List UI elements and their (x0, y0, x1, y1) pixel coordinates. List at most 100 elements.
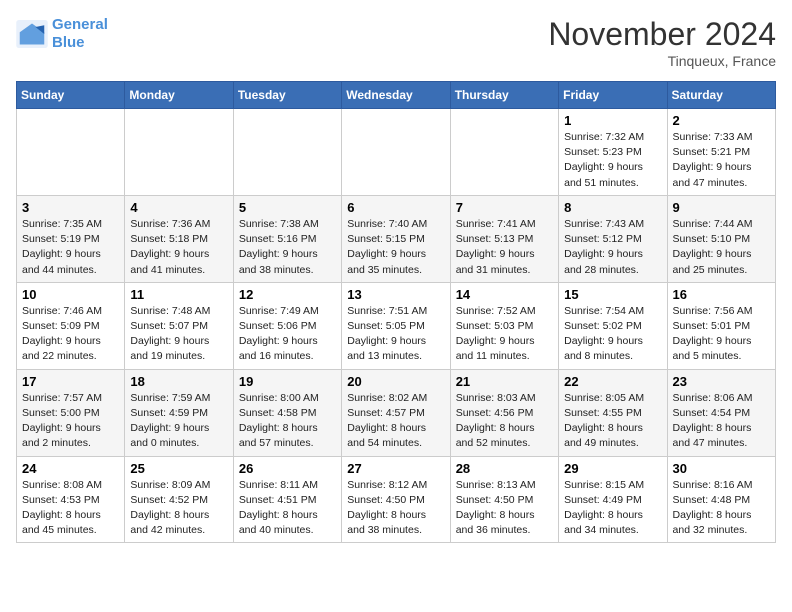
day-info: Sunrise: 7:40 AM Sunset: 5:15 PM Dayligh… (347, 217, 444, 278)
day-cell: 7 Sunrise: 7:41 AM Sunset: 5:13 PM Daylig… (450, 195, 558, 282)
day-number: 20 (347, 374, 444, 389)
day-info: Sunrise: 7:59 AM Sunset: 4:59 PM Dayligh… (130, 391, 227, 452)
logo-icon (16, 20, 48, 48)
week-row-4: 17 Sunrise: 7:57 AM Sunset: 5:00 PM Dayli… (17, 369, 776, 456)
day-cell: 2 Sunrise: 7:33 AM Sunset: 5:21 PM Daylig… (667, 109, 775, 196)
day-cell: 10Sunrise: 7:46 AM Sunset: 5:09 PM Dayli… (17, 282, 125, 369)
day-cell: 16 Sunrise: 7:56 AM Sunset: 5:01 PM Dayli… (667, 282, 775, 369)
day-info: Sunrise: 7:56 AM Sunset: 5:01 PM Dayligh… (673, 304, 770, 365)
day-number: 16 (673, 287, 770, 302)
day-number: 7 (456, 200, 553, 215)
calendar-table: SundayMondayTuesdayWednesdayThursdayFrid… (16, 81, 776, 543)
day-cell: 14Sunrise: 7:52 AM Sunset: 5:03 PM Dayli… (450, 282, 558, 369)
day-cell (342, 109, 450, 196)
logo: General Blue (16, 16, 108, 52)
weekday-header-sunday: Sunday (17, 82, 125, 109)
day-number: 19 (239, 374, 336, 389)
day-cell: 11 Sunrise: 7:48 AM Sunset: 5:07 PM Dayli… (125, 282, 233, 369)
day-number: 22 (564, 374, 661, 389)
day-info: Sunrise: 7:48 AM Sunset: 5:07 PM Dayligh… (130, 304, 227, 365)
day-info: Sunrise: 7:54 AM Sunset: 5:02 PM Dayligh… (564, 304, 661, 365)
week-row-3: 10Sunrise: 7:46 AM Sunset: 5:09 PM Dayli… (17, 282, 776, 369)
weekday-header-row: SundayMondayTuesdayWednesdayThursdayFrid… (17, 82, 776, 109)
day-cell: 30 Sunrise: 8:16 AM Sunset: 4:48 PM Dayli… (667, 456, 775, 543)
logo-text: General Blue (52, 16, 108, 52)
day-cell: 29 Sunrise: 8:15 AM Sunset: 4:49 PM Dayli… (559, 456, 667, 543)
weekday-header-thursday: Thursday (450, 82, 558, 109)
day-number: 25 (130, 461, 227, 476)
weekday-header-monday: Monday (125, 82, 233, 109)
day-info: Sunrise: 7:43 AM Sunset: 5:12 PM Dayligh… (564, 217, 661, 278)
day-cell: 27 Sunrise: 8:12 AM Sunset: 4:50 PM Dayli… (342, 456, 450, 543)
day-cell: 19 Sunrise: 8:00 AM Sunset: 4:58 PM Dayli… (233, 369, 341, 456)
page-header: General Blue November 2024 Tinqueux, Fra… (16, 16, 776, 69)
day-info: Sunrise: 8:15 AM Sunset: 4:49 PM Dayligh… (564, 478, 661, 539)
day-number: 26 (239, 461, 336, 476)
week-row-5: 24Sunrise: 8:08 AM Sunset: 4:53 PM Dayli… (17, 456, 776, 543)
day-cell: 24Sunrise: 8:08 AM Sunset: 4:53 PM Dayli… (17, 456, 125, 543)
day-number: 17 (22, 374, 119, 389)
day-info: Sunrise: 8:02 AM Sunset: 4:57 PM Dayligh… (347, 391, 444, 452)
day-number: 3 (22, 200, 119, 215)
day-cell (450, 109, 558, 196)
day-cell: 22 Sunrise: 8:05 AM Sunset: 4:55 PM Dayli… (559, 369, 667, 456)
day-cell: 21 Sunrise: 8:03 AM Sunset: 4:56 PM Dayli… (450, 369, 558, 456)
day-number: 5 (239, 200, 336, 215)
day-cell: 23 Sunrise: 8:06 AM Sunset: 4:54 PM Dayli… (667, 369, 775, 456)
day-info: Sunrise: 8:00 AM Sunset: 4:58 PM Dayligh… (239, 391, 336, 452)
day-info: Sunrise: 7:32 AM Sunset: 5:23 PM Dayligh… (564, 130, 661, 191)
day-info: Sunrise: 8:11 AM Sunset: 4:51 PM Dayligh… (239, 478, 336, 539)
weekday-header-saturday: Saturday (667, 82, 775, 109)
month-title: November 2024 (548, 16, 776, 53)
day-cell (233, 109, 341, 196)
day-number: 18 (130, 374, 227, 389)
weekday-header-friday: Friday (559, 82, 667, 109)
location: Tinqueux, France (548, 53, 776, 69)
day-cell: 15 Sunrise: 7:54 AM Sunset: 5:02 PM Dayli… (559, 282, 667, 369)
day-cell: 9 Sunrise: 7:44 AM Sunset: 5:10 PM Daylig… (667, 195, 775, 282)
day-cell: 17 Sunrise: 7:57 AM Sunset: 5:00 PM Dayli… (17, 369, 125, 456)
day-number: 9 (673, 200, 770, 215)
day-number: 28 (456, 461, 553, 476)
day-info: Sunrise: 8:06 AM Sunset: 4:54 PM Dayligh… (673, 391, 770, 452)
day-cell: 18 Sunrise: 7:59 AM Sunset: 4:59 PM Dayli… (125, 369, 233, 456)
day-info: Sunrise: 7:38 AM Sunset: 5:16 PM Dayligh… (239, 217, 336, 278)
day-cell: 4Sunrise: 7:36 AM Sunset: 5:18 PM Daylig… (125, 195, 233, 282)
day-number: 2 (673, 113, 770, 128)
day-cell: 20 Sunrise: 8:02 AM Sunset: 4:57 PM Dayli… (342, 369, 450, 456)
day-cell: 25Sunrise: 8:09 AM Sunset: 4:52 PM Dayli… (125, 456, 233, 543)
day-number: 27 (347, 461, 444, 476)
day-info: Sunrise: 8:16 AM Sunset: 4:48 PM Dayligh… (673, 478, 770, 539)
day-cell: 26 Sunrise: 8:11 AM Sunset: 4:51 PM Dayli… (233, 456, 341, 543)
day-info: Sunrise: 8:12 AM Sunset: 4:50 PM Dayligh… (347, 478, 444, 539)
day-info: Sunrise: 7:44 AM Sunset: 5:10 PM Dayligh… (673, 217, 770, 278)
day-info: Sunrise: 7:41 AM Sunset: 5:13 PM Dayligh… (456, 217, 553, 278)
day-info: Sunrise: 8:05 AM Sunset: 4:55 PM Dayligh… (564, 391, 661, 452)
day-number: 12 (239, 287, 336, 302)
day-info: Sunrise: 7:46 AM Sunset: 5:09 PM Dayligh… (22, 304, 119, 365)
day-number: 23 (673, 374, 770, 389)
day-cell: 13Sunrise: 7:51 AM Sunset: 5:05 PM Dayli… (342, 282, 450, 369)
day-info: Sunrise: 7:57 AM Sunset: 5:00 PM Dayligh… (22, 391, 119, 452)
day-number: 29 (564, 461, 661, 476)
day-cell: 12Sunrise: 7:49 AM Sunset: 5:06 PM Dayli… (233, 282, 341, 369)
day-number: 30 (673, 461, 770, 476)
day-info: Sunrise: 8:03 AM Sunset: 4:56 PM Dayligh… (456, 391, 553, 452)
day-cell: 1Sunrise: 7:32 AM Sunset: 5:23 PM Daylig… (559, 109, 667, 196)
day-info: Sunrise: 7:36 AM Sunset: 5:18 PM Dayligh… (130, 217, 227, 278)
day-number: 6 (347, 200, 444, 215)
day-number: 24 (22, 461, 119, 476)
day-info: Sunrise: 7:52 AM Sunset: 5:03 PM Dayligh… (456, 304, 553, 365)
day-number: 11 (130, 287, 227, 302)
day-info: Sunrise: 7:51 AM Sunset: 5:05 PM Dayligh… (347, 304, 444, 365)
day-cell: 3Sunrise: 7:35 AM Sunset: 5:19 PM Daylig… (17, 195, 125, 282)
week-row-1: 1Sunrise: 7:32 AM Sunset: 5:23 PM Daylig… (17, 109, 776, 196)
weekday-header-tuesday: Tuesday (233, 82, 341, 109)
day-number: 21 (456, 374, 553, 389)
day-number: 8 (564, 200, 661, 215)
day-info: Sunrise: 7:33 AM Sunset: 5:21 PM Dayligh… (673, 130, 770, 191)
day-cell: 6 Sunrise: 7:40 AM Sunset: 5:15 PM Daylig… (342, 195, 450, 282)
day-cell: 28Sunrise: 8:13 AM Sunset: 4:50 PM Dayli… (450, 456, 558, 543)
day-number: 15 (564, 287, 661, 302)
title-block: November 2024 Tinqueux, France (548, 16, 776, 69)
